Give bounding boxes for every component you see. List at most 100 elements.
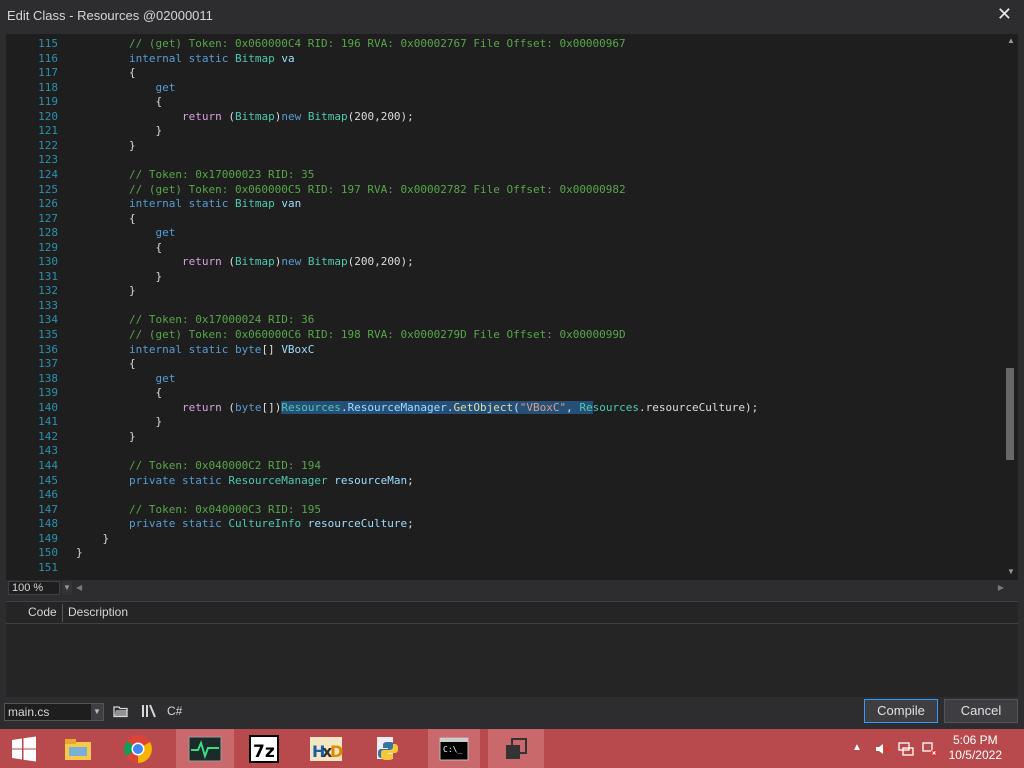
- code-line[interactable]: 147 // Token: 0x040000C3 RID: 195: [6, 503, 1004, 517]
- code-line[interactable]: 121 }: [6, 124, 1004, 138]
- csharp-icon[interactable]: C#: [167, 704, 182, 718]
- code-line[interactable]: 143: [6, 444, 1004, 458]
- column-header-code[interactable]: Code: [28, 605, 57, 619]
- zoom-select[interactable]: 100 %: [8, 581, 60, 595]
- code-line[interactable]: 139 {: [6, 386, 1004, 400]
- scroll-thumb[interactable]: [1006, 368, 1014, 460]
- chrome-icon[interactable]: [114, 729, 162, 768]
- code-token: // (get) Token: 0x060000C6 RID: 198 RVA:…: [76, 328, 626, 341]
- code-line[interactable]: 145 private static ResourceManager resou…: [6, 474, 1004, 488]
- cancel-button[interactable]: Cancel: [944, 699, 1018, 723]
- code-line[interactable]: 137 {: [6, 357, 1004, 371]
- code-line[interactable]: 136 internal static byte[] VBoxC: [6, 343, 1004, 357]
- code-token: new: [281, 109, 308, 123]
- code-line[interactable]: 118 get: [6, 81, 1004, 95]
- code-line[interactable]: 117 {: [6, 66, 1004, 80]
- code-token: (: [221, 109, 235, 123]
- code-token: {: [76, 386, 163, 400]
- open-folder-icon[interactable]: [113, 704, 129, 721]
- code-line[interactable]: 135 // (get) Token: 0x060000C6 RID: 198 …: [6, 328, 1004, 342]
- line-code: get: [76, 226, 175, 240]
- line-code: private static CultureInfo resourceCultu…: [76, 517, 414, 531]
- code-line[interactable]: 131 }: [6, 270, 1004, 284]
- chevron-down-icon[interactable]: ▼: [91, 704, 103, 720]
- activity-monitor-icon[interactable]: [176, 729, 234, 768]
- code-line[interactable]: 151: [6, 561, 1004, 575]
- scroll-right-icon[interactable]: ▶: [998, 583, 1004, 592]
- code-token: {: [76, 357, 136, 371]
- 7zip-icon[interactable]: 7z: [240, 729, 288, 768]
- task-view-icon[interactable]: [488, 729, 544, 768]
- command-prompt-icon[interactable]: C:\_: [428, 729, 480, 768]
- zoom-dropdown-icon[interactable]: ▼: [62, 581, 72, 595]
- code-line[interactable]: 122 }: [6, 139, 1004, 153]
- compile-button[interactable]: Compile: [864, 699, 938, 723]
- code-line[interactable]: 119 {: [6, 95, 1004, 109]
- code-line[interactable]: 130 return (Bitmap)new Bitmap(200,200);: [6, 255, 1004, 269]
- scroll-down-icon[interactable]: ▼: [1007, 567, 1015, 576]
- file-explorer-icon[interactable]: [54, 729, 102, 768]
- file-select[interactable]: main.cs ▼: [4, 703, 104, 721]
- line-number: 147: [38, 502, 58, 516]
- code-line[interactable]: 133: [6, 299, 1004, 313]
- code-token: // Token: 0x17000023 RID: 35: [76, 167, 315, 181]
- code-token: return: [76, 400, 222, 414]
- line-code: }: [76, 430, 136, 444]
- code-token: (200,200);: [347, 255, 414, 269]
- clock-date: 10/5/2022: [948, 748, 1002, 762]
- hxd-icon[interactable]: HxD: [302, 729, 350, 768]
- code-token: return: [76, 109, 222, 123]
- code-editor[interactable]: 115 // (get) Token: 0x060000C4 RID: 196 …: [6, 34, 1018, 580]
- code-line[interactable]: 141 }: [6, 415, 1004, 429]
- code-line[interactable]: 127 {: [6, 212, 1004, 226]
- code-line[interactable]: 144 // Token: 0x040000C2 RID: 194: [6, 459, 1004, 473]
- code-token: internal static: [76, 51, 235, 65]
- line-code: return (Bitmap)new Bitmap(200,200);: [76, 255, 414, 269]
- python-icon[interactable]: [364, 729, 412, 768]
- code-line[interactable]: 120 return (Bitmap)new Bitmap(200,200);: [6, 110, 1004, 124]
- line-number: 121: [38, 124, 58, 138]
- line-number: 150: [38, 546, 58, 560]
- code-line[interactable]: 123: [6, 153, 1004, 167]
- code-line[interactable]: 138 get: [6, 372, 1004, 386]
- close-icon[interactable]: ✕: [997, 4, 1012, 25]
- code-line[interactable]: 132 }: [6, 284, 1004, 298]
- title-bar: Edit Class - Resources @02000011 ✕: [0, 0, 1024, 30]
- code-line[interactable]: 150}: [6, 546, 1004, 560]
- column-header-description[interactable]: Description: [68, 605, 128, 619]
- scroll-left-icon[interactable]: ◀: [76, 583, 82, 592]
- column-separator: [62, 604, 63, 622]
- line-code: // Token: 0x040000C2 RID: 194: [76, 459, 321, 473]
- window-title: Edit Class - Resources @02000011: [7, 8, 213, 23]
- bottom-toolbar: main.cs ▼ C# Compile Cancel: [0, 697, 1024, 729]
- library-icon[interactable]: [141, 704, 157, 721]
- line-code: // Token: 0x17000023 RID: 35: [76, 168, 314, 182]
- code-line[interactable]: 129 {: [6, 241, 1004, 255]
- code-line[interactable]: 148 private static CultureInfo resourceC…: [6, 517, 1004, 531]
- code-line[interactable]: 134 // Token: 0x17000024 RID: 36: [6, 313, 1004, 327]
- windows-start-icon[interactable]: [0, 729, 48, 768]
- code-token: }: [76, 546, 83, 560]
- line-number: 146: [38, 488, 58, 502]
- code-line[interactable]: 146: [6, 488, 1004, 502]
- code-line[interactable]: 116 internal static Bitmap va: [6, 52, 1004, 66]
- code-token: .: [446, 400, 454, 414]
- vertical-scrollbar[interactable]: ▲ ▼: [1004, 34, 1018, 580]
- code-line[interactable]: 125 // (get) Token: 0x060000C5 RID: 197 …: [6, 183, 1004, 197]
- code-token: []: [261, 342, 282, 356]
- scroll-up-icon[interactable]: ▲: [1007, 36, 1015, 45]
- code-line[interactable]: 140 return (byte[])Resources.ResourceMan…: [6, 400, 1004, 415]
- code-line[interactable]: 142 }: [6, 430, 1004, 444]
- code-token: van: [274, 197, 302, 211]
- code-token: Bitmap: [234, 197, 275, 211]
- code-line[interactable]: 126 internal static Bitmap van: [6, 197, 1004, 211]
- code-line[interactable]: 115 // (get) Token: 0x060000C4 RID: 196 …: [6, 37, 1004, 51]
- code-token: // Token: 0x17000024 RID: 36: [76, 313, 315, 327]
- taskbar-clock[interactable]: 5:06 PM 10/5/2022: [949, 733, 1002, 763]
- code-token: }: [76, 269, 163, 283]
- code-token: ,: [566, 400, 580, 414]
- code-token: resourceMan: [327, 473, 408, 487]
- code-line[interactable]: 124 // Token: 0x17000023 RID: 35: [6, 168, 1004, 182]
- code-line[interactable]: 149 }: [6, 532, 1004, 546]
- code-line[interactable]: 128 get: [6, 226, 1004, 240]
